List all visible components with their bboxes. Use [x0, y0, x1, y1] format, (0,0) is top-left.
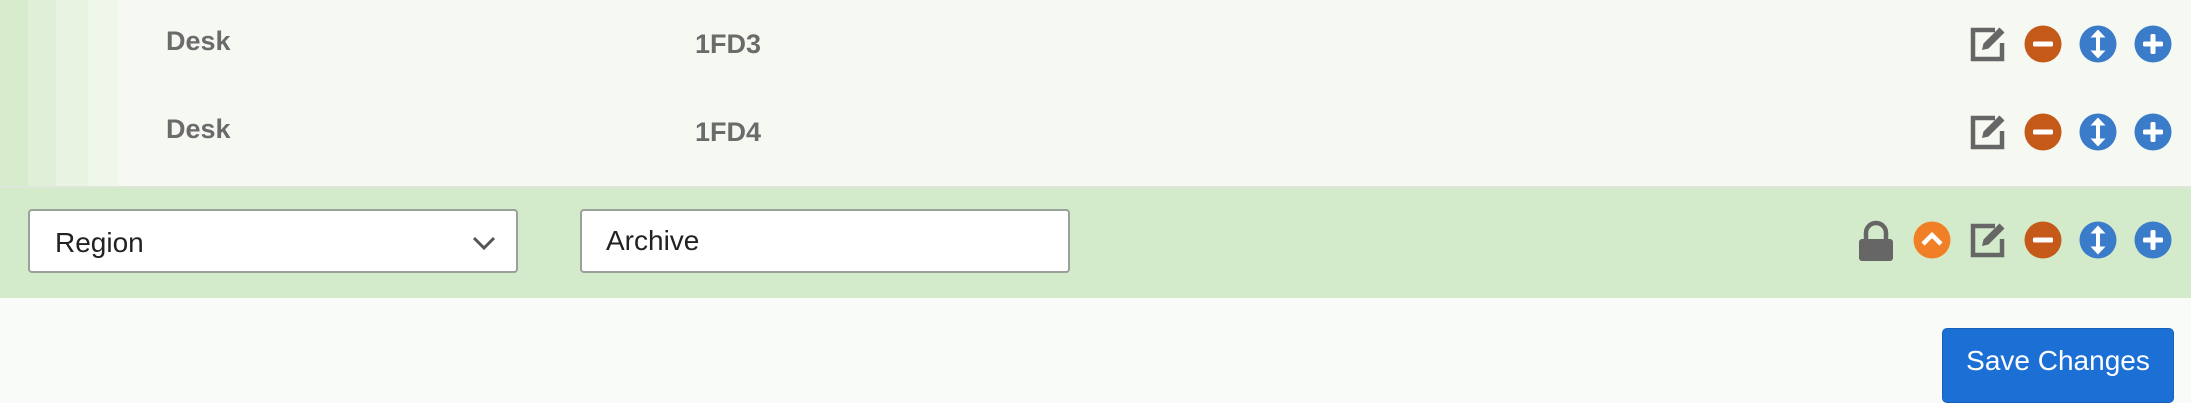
- group-row: Region: [0, 188, 2191, 298]
- edit-icon[interactable]: [1968, 220, 2008, 260]
- item-type: Desk: [166, 114, 231, 144]
- minus-circle-icon[interactable]: [2023, 112, 2063, 152]
- save-changes-button[interactable]: Save Changes: [1942, 328, 2174, 403]
- arrows-vertical-icon[interactable]: [2078, 112, 2118, 152]
- plus-circle-icon[interactable]: [2133, 220, 2173, 260]
- lock-icon[interactable]: [1856, 220, 1896, 261]
- list-item: Desk 1FD3: [0, 0, 2191, 88]
- footer: Save Changes: [0, 298, 2191, 403]
- item-type: Desk: [166, 26, 231, 56]
- arrows-vertical-icon[interactable]: [2078, 220, 2118, 260]
- type-select-value: Region: [55, 227, 144, 258]
- chevron-up-circle-icon[interactable]: [1912, 220, 1952, 260]
- plus-circle-icon[interactable]: [2133, 24, 2173, 64]
- nested-rows: Desk 1FD3 Desk 1FD4: [0, 0, 2191, 188]
- minus-circle-icon[interactable]: [2023, 24, 2063, 64]
- chevron-down-icon: [470, 229, 498, 262]
- edit-icon[interactable]: [1968, 112, 2008, 152]
- list-item: Desk 1FD4: [0, 88, 2191, 176]
- plus-circle-icon[interactable]: [2133, 112, 2173, 152]
- name-input[interactable]: [580, 209, 1070, 273]
- edit-icon[interactable]: [1968, 24, 2008, 64]
- type-select[interactable]: Region: [28, 209, 518, 273]
- item-code: 1FD3: [695, 29, 762, 59]
- item-code: 1FD4: [695, 117, 762, 147]
- minus-circle-icon[interactable]: [2023, 220, 2063, 260]
- arrows-vertical-icon[interactable]: [2078, 24, 2118, 64]
